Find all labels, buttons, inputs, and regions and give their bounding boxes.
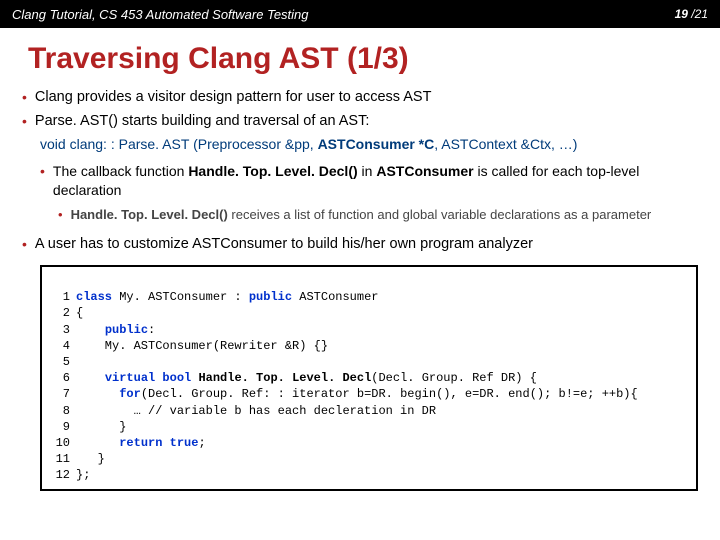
bullet-dot-icon: • [22, 88, 27, 108]
bullet-dot-icon: • [58, 206, 63, 224]
code-kw: class [76, 290, 112, 304]
bullet-2: • Parse. AST() starts building and trave… [22, 110, 698, 134]
line-number: 4 [50, 338, 70, 354]
b3a-post: receives a list of function and global v… [228, 207, 651, 222]
page-sep: / [688, 7, 695, 21]
code-text: … // variable b has each decleration in … [76, 404, 436, 418]
bullet-3a: • Handle. Top. Level. Decl() receives a … [22, 202, 698, 228]
code-text: My. ASTConsumer : [112, 290, 249, 304]
line-number: 7 [50, 386, 70, 402]
line-number: 10 [50, 435, 70, 451]
bullet-dot-icon: • [40, 162, 45, 200]
b2a-pre: The callback function [53, 163, 188, 179]
bullet-dot-icon: • [22, 235, 27, 255]
inline-code: Parse. AST() [35, 113, 118, 129]
b2a-bold2: ASTConsumer [376, 163, 477, 179]
code-text: My. ASTConsumer(Rewriter &R) {} [76, 339, 328, 353]
bullet-2-post: starts building and traversal of an AST: [118, 113, 369, 129]
bullet-2a: • The callback function Handle. Top. Lev… [22, 160, 698, 202]
header-title: Clang Tutorial, CS 453 Automated Softwar… [12, 7, 309, 22]
bullet-3a-text: Handle. Top. Level. Decl() receives a li… [71, 206, 652, 224]
line-number: 12 [50, 467, 70, 483]
bullet-2-text: Parse. AST() starts building and travers… [35, 112, 369, 132]
bullet-2a-text: The callback function Handle. Top. Level… [53, 162, 698, 200]
slide-header: Clang Tutorial, CS 453 Automated Softwar… [0, 0, 720, 28]
code-kw: return [119, 436, 162, 450]
bullet-3-text: A user has to customize ASTConsumer to b… [35, 235, 533, 255]
sig-arg-bold: ASTConsumer *C [318, 136, 435, 152]
code-fn: Handle. Top. Level. Decl [191, 371, 371, 385]
slide-content: • Clang provides a visitor design patter… [0, 86, 720, 257]
page-indicator: 19 /21 [675, 7, 708, 21]
function-signature: void clang: : Parse. AST (Preprocessor &… [22, 133, 698, 160]
page-total: 21 [695, 7, 708, 21]
line-number: 1 [50, 289, 70, 305]
line-number: 5 [50, 354, 70, 370]
line-number: 11 [50, 451, 70, 467]
code-kw: public [105, 323, 148, 337]
line-number: 9 [50, 419, 70, 435]
code-text: (Decl. Group. Ref DR) { [371, 371, 537, 385]
code-block-frame: 1 class My. ASTConsumer : public ASTConsu… [40, 265, 698, 491]
b2a-mid: in [362, 163, 377, 179]
code-kw: public [249, 290, 292, 304]
code-block: 1 class My. ASTConsumer : public ASTConsu… [50, 273, 688, 483]
code-kw: virtual [105, 371, 155, 385]
code-kw: for [119, 387, 141, 401]
bullet-dot-icon: • [22, 112, 27, 132]
line-number: 8 [50, 403, 70, 419]
bullet-3: • A user has to customize ASTConsumer to… [22, 233, 698, 257]
sig-args-open: (Preprocessor &pp, [193, 136, 318, 152]
sig-fn: clang: : Parse. AST [70, 136, 193, 152]
code-kw: true [162, 436, 198, 450]
line-number: 2 [50, 305, 70, 321]
slide-title: Traversing Clang AST (1/3) [0, 28, 720, 86]
code-text: (Decl. Group. Ref: : iterator b=DR. begi… [141, 387, 638, 401]
code-text: } [76, 420, 126, 434]
line-number: 6 [50, 370, 70, 386]
code-text: }; [76, 468, 90, 482]
bullet-1-text: Clang provides a visitor design pattern … [35, 88, 432, 108]
line-number: 3 [50, 322, 70, 338]
page-current: 19 [675, 7, 688, 21]
code-kw: bool [155, 371, 191, 385]
code-text: : [148, 323, 155, 337]
code-text: } [76, 452, 105, 466]
bullet-1: • Clang provides a visitor design patter… [22, 86, 698, 110]
sig-keyword: void [40, 136, 70, 152]
code-text: { [76, 306, 83, 320]
sig-args-close: , ASTContext &Ctx, …) [434, 136, 577, 152]
code-text: ASTConsumer [292, 290, 378, 304]
b3a-bold: Handle. Top. Level. Decl() [71, 207, 228, 222]
b2a-bold1: Handle. Top. Level. Decl() [188, 163, 361, 179]
code-text: ; [198, 436, 205, 450]
